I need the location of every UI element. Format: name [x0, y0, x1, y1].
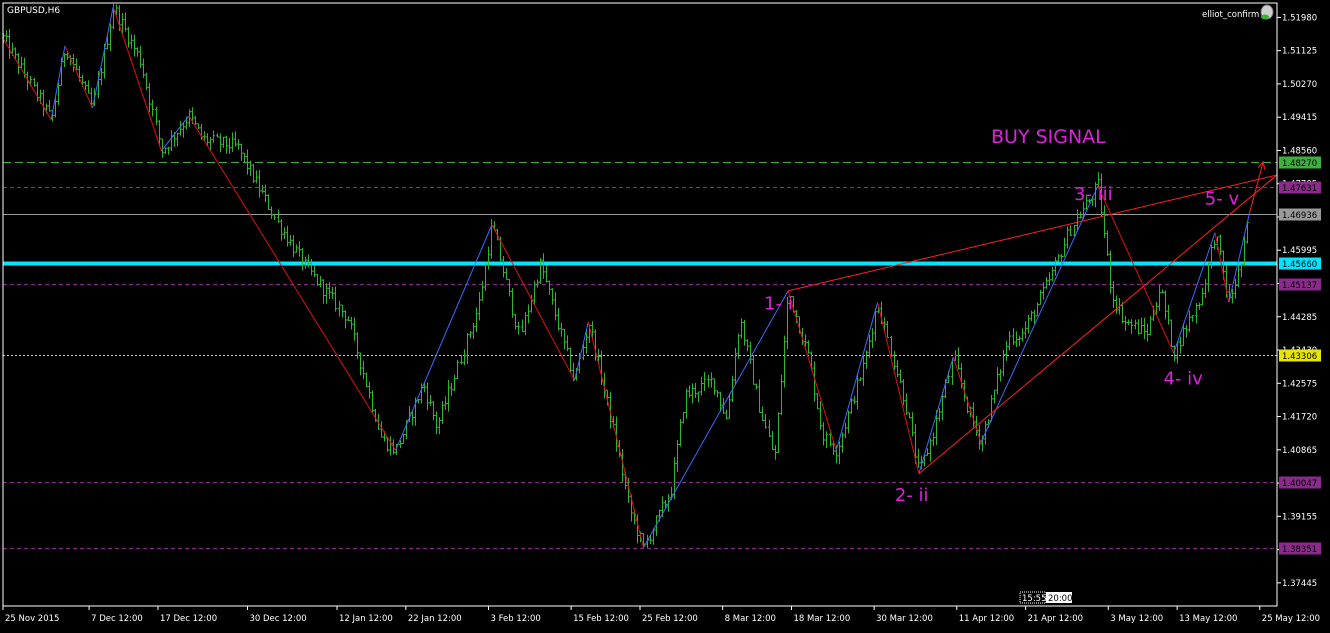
zigzag-segment-3	[92, 6, 114, 109]
x-tick-label-7: 15 Feb 12:00	[573, 614, 629, 624]
overlay: GBPUSD,H6 elliot_confirm BUY SIGNAL 15:55 20…	[7, 4, 1274, 604]
x-tick-label-9: 8 Mar 12:00	[725, 614, 776, 624]
zigzag-segment-11	[643, 290, 789, 548]
price-bars	[2, 3, 1249, 548]
zigzag-segment-4	[112, 6, 162, 151]
wave-labels: 1- i 2- ii 3- iii 4- iv 5- v	[764, 184, 1239, 506]
zigzag-segment-19	[1173, 232, 1216, 354]
wave-label-0: 1- i	[764, 294, 793, 315]
x-tick-label-4: 12 Jan 12:00	[339, 614, 393, 624]
trendline-0	[787, 174, 1278, 292]
wave-label-2: 3- iii	[1074, 184, 1113, 205]
trendlines	[787, 160, 1278, 475]
x-tick-label-3: 30 Dec 12:00	[249, 614, 306, 624]
zigzag-segment-7	[395, 224, 493, 451]
x-tick-label-10: 18 Mar 12:00	[794, 614, 851, 624]
level-tag-text-6: 1.40047	[1282, 479, 1317, 489]
y-tick-label-1: 1.51125	[1282, 47, 1317, 57]
symbol-label: GBPUSD,H6	[7, 6, 60, 16]
x-tick-label-5: 22 Jan 12:00	[408, 614, 462, 624]
level-tag-text-7: 1.38351	[1282, 545, 1317, 555]
level-tag-text-3: 1.45660	[1282, 260, 1317, 270]
wave-label-1: 2- ii	[895, 485, 929, 506]
level-tag-text-5: 1.43306	[1282, 352, 1317, 362]
indicator-label: elliot_confirm	[1202, 10, 1259, 20]
y-tick-label-0: 1.51980	[1282, 13, 1317, 23]
level-tag-text-4: 1.45137	[1282, 281, 1317, 291]
zigzag-segment-21	[1228, 212, 1250, 303]
x-tick-label-2: 17 Dec 12:00	[160, 614, 217, 624]
y-tick-label-2: 1.50270	[1282, 80, 1317, 90]
zigzag-segment-15	[918, 356, 954, 474]
wave-label-3: 4- iv	[1163, 369, 1203, 390]
zigzag-segment-12	[787, 290, 837, 451]
y-tick-label-7: 1.45995	[1282, 246, 1317, 256]
time-box-left-text: 15:55	[1022, 594, 1047, 604]
plot-frame	[2, 2, 1278, 607]
time-box: 15:55 20:00	[1019, 591, 1073, 604]
zigzag-segment-14	[877, 302, 920, 474]
x-tick-label-13: 21 Apr 12:00	[1028, 614, 1083, 624]
indicator-icon	[1260, 4, 1274, 20]
zigzag-segment-6	[188, 115, 396, 451]
y-tick-label-12: 1.41720	[1282, 413, 1317, 423]
buy-signal-label: BUY SIGNAL	[991, 126, 1106, 148]
x-tick-label-6: 3 Feb 12:00	[490, 614, 540, 624]
zigzag-segment-5	[160, 115, 190, 152]
x-tick-label-8: 25 Feb 12:00	[642, 614, 698, 624]
chart-window[interactable]: 1- i 2- ii 3- iii 4- iv 5- v 1.51980 1.51125 1…	[0, 0, 1330, 629]
zigzag-segment-8	[491, 224, 576, 381]
price-tags: 1.48270 1.47631 1.46936 1.45660 1.45137 1.433…	[1279, 156, 1321, 555]
y-tick-label-17: 1.37445	[1282, 579, 1317, 589]
zigzag-segment-17	[980, 185, 1099, 443]
x-tick-label-15: 13 May 12:00	[1179, 614, 1237, 624]
zigzag-segment-16	[952, 356, 982, 443]
x-tick-label-16: 25 May 12:00	[1262, 614, 1320, 624]
zigzag-segment-0	[2, 37, 52, 120]
wave-label-4: 5- v	[1205, 189, 1240, 210]
price-chart[interactable]: 1- i 2- ii 3- iii 4- iv 5- v 1.51980 1.51125 1…	[0, 0, 1330, 629]
x-tick-label-0: 25 Nov 2015	[5, 614, 59, 624]
y-tick-label-3: 1.49415	[1282, 113, 1317, 123]
y-tick-label-9: 1.44285	[1282, 313, 1317, 323]
x-tick-label-1: 7 Dec 12:00	[91, 614, 143, 624]
zigzag-segment-1	[50, 45, 66, 120]
icon-accent	[1261, 14, 1269, 20]
time-box-right-text: 20:00	[1048, 594, 1073, 604]
zigzag-indicator	[2, 6, 1250, 548]
level-tag-text-1: 1.47631	[1282, 184, 1317, 194]
y-tick-label-11: 1.42575	[1282, 379, 1317, 389]
x-tick-label-14: 3 May 12:00	[1110, 614, 1163, 624]
zigzag-segment-2	[64, 45, 93, 109]
y-tick-label-4: 1.48560	[1282, 146, 1317, 156]
zigzag-segment-13	[835, 302, 879, 451]
y-tick-label-13: 1.40865	[1282, 446, 1317, 456]
x-tick-label-12: 11 Apr 12:00	[959, 614, 1014, 624]
y-tick-label-15: 1.39155	[1282, 512, 1317, 522]
trendline-1	[918, 174, 1278, 475]
level-tag-text-2: 1.46936	[1282, 211, 1317, 221]
x-tick-label-11: 30 Mar 12:00	[876, 614, 933, 624]
level-tag-text-0: 1.48270	[1282, 159, 1317, 169]
